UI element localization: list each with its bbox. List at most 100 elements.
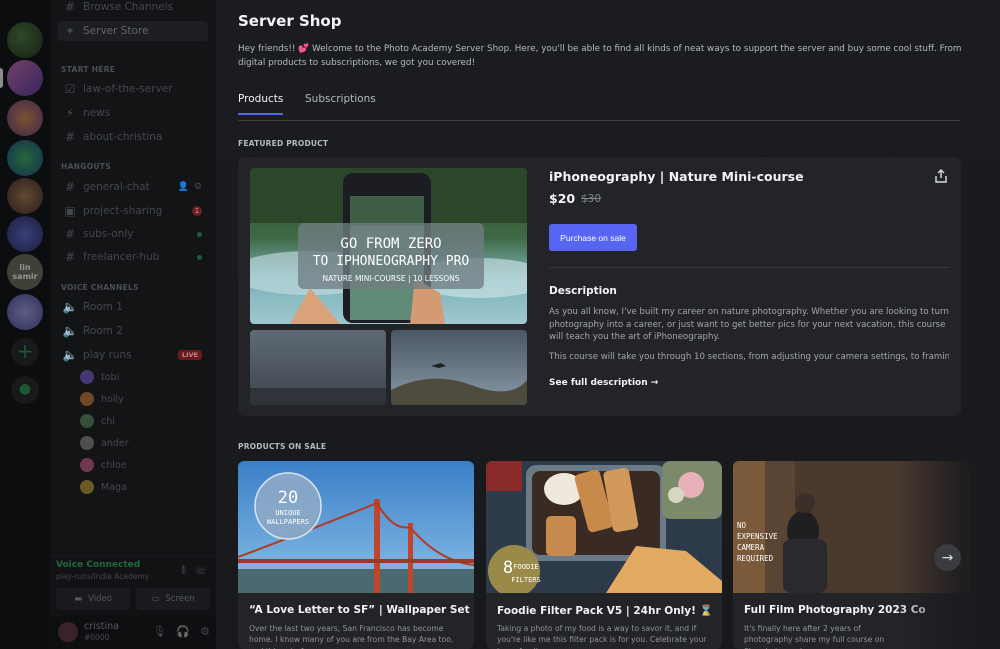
channel-label: Room 2 <box>83 325 123 337</box>
hash-icon: # <box>64 180 76 194</box>
divider <box>549 267 950 268</box>
hero-line-3: NATURE MINI-COURSE | 10 LESSONS <box>322 274 459 283</box>
channel-label: law-of-the-server <box>83 83 173 95</box>
category-voice-channels[interactable]: VOICE CHANNELS <box>61 283 139 292</box>
server-icon[interactable] <box>7 140 43 176</box>
arrow-right-icon: → <box>941 549 954 566</box>
voice-user-name: Maga <box>101 481 127 493</box>
server-icon[interactable] <box>7 294 43 330</box>
voice-user[interactable]: tobi <box>80 368 119 386</box>
megaphone-icon: ⚡ <box>65 106 75 120</box>
voice-user-name: ander <box>101 437 129 449</box>
see-full-description-link[interactable]: See full description → <box>549 378 658 388</box>
channel-label: Server Store <box>83 25 149 37</box>
hash-icon: # <box>64 227 76 241</box>
tab-products[interactable]: Products <box>238 93 284 115</box>
disconnect-icon[interactable]: ☏ <box>194 564 208 577</box>
description-paragraph-2: This course will take you through 10 sec… <box>549 352 949 362</box>
voice-room-1[interactable]: 🔈 Room 1 <box>58 297 208 317</box>
image-caption: CAMERA <box>737 543 765 552</box>
tab-subscriptions[interactable]: Subscriptions <box>305 93 376 113</box>
server-icon[interactable] <box>7 178 43 214</box>
channel-label: news <box>83 107 111 119</box>
server-initials-icon[interactable]: lin samir <box>7 254 43 290</box>
channel-news[interactable]: ⚡ news <box>58 103 208 123</box>
channel-subs-only[interactable]: # subs-only <box>58 224 208 244</box>
unread-badge: 1 <box>192 206 202 216</box>
microphone-icon[interactable]: 🎙 <box>152 625 166 638</box>
video-label: Video <box>88 594 112 604</box>
server-icon[interactable] <box>7 60 43 96</box>
channel-project-sharing[interactable]: ▣ project-sharing 1 <box>58 201 208 221</box>
unread-dot <box>197 254 202 260</box>
hero-line-1: GO FROM ZERO <box>340 236 441 252</box>
voice-user[interactable]: Maga <box>80 478 127 496</box>
featured-original-price: $30 <box>581 193 602 205</box>
gear-icon[interactable]: ⚙ <box>194 182 202 192</box>
voice-location[interactable]: play-runs/India Academy <box>56 572 149 581</box>
featured-hero-image[interactable]: GO FROM ZERO TO IPHONEOGRAPHY PRO NATURE… <box>250 168 527 324</box>
featured-heading: FEATURED PRODUCT <box>238 139 329 148</box>
purchase-button[interactable]: Purchase on sale <box>549 224 637 251</box>
channel-about-christina[interactable]: # about-christina <box>58 127 208 147</box>
image-caption: FILTERS <box>511 576 541 584</box>
voice-user-name: chi <box>101 415 115 427</box>
featured-thumbnail-2[interactable] <box>391 330 527 405</box>
voice-room-2[interactable]: 🔈 Room 2 <box>58 321 208 341</box>
category-start-here[interactable]: START HERE <box>61 65 115 74</box>
server-icon[interactable] <box>7 22 43 58</box>
carousel-next-button[interactable]: → <box>934 544 961 571</box>
server-icon[interactable] <box>7 100 43 136</box>
avatar[interactable] <box>58 622 78 642</box>
featured-thumbnail-1[interactable] <box>250 330 386 405</box>
discord-window: lin samir + ● # Browse Channels ✦ Server… <box>0 0 1000 649</box>
product-card[interactable]: 20 UNIQUE WALLPAPERS “A Love Letter to S… <box>238 461 474 649</box>
share-icon[interactable] <box>933 168 949 184</box>
avatar <box>80 480 94 494</box>
description-paragraph-1: As you all know, I've built my career on… <box>549 307 949 343</box>
add-member-icon[interactable]: 👤 <box>178 182 189 192</box>
hash-icon: # <box>64 130 76 144</box>
noise-suppression-icon[interactable]: ⫼ <box>181 565 186 576</box>
browse-channels-item[interactable]: # Browse Channels <box>58 0 208 17</box>
channel-general-chat[interactable]: # general-chat 👤 ⚙ <box>58 177 208 197</box>
shop-tabs: Products Subscriptions <box>238 90 960 121</box>
on-sale-heading: PRODUCTS ON SALE <box>238 442 327 451</box>
channel-law-of-the-server[interactable]: ☑ law-of-the-server <box>58 79 208 99</box>
voice-user[interactable]: chi <box>80 412 115 430</box>
camera-icon: ▬ <box>74 594 83 604</box>
hero-line-2: TO IPHONEOGRAPHY PRO <box>313 254 470 269</box>
selected-server-indicator <box>0 68 3 88</box>
voice-user[interactable]: chloe <box>80 456 127 474</box>
screen-share-button[interactable]: ▭ Screen <box>136 588 210 610</box>
product-description: Taking a photo of my food is a way to sa… <box>497 624 707 649</box>
voice-connection-panel: Voice Connected play-runs/India Academy … <box>50 556 216 616</box>
forum-icon: ▣ <box>64 204 76 218</box>
headphones-icon[interactable]: 🎧 <box>176 625 190 638</box>
voice-status: Voice Connected <box>56 560 141 570</box>
product-card[interactable]: 8 FOODIE FILTERS Foodie Filter Pack V5 |… <box>486 461 722 649</box>
category-hangouts[interactable]: HANGOUTS <box>61 162 111 171</box>
add-server-icon[interactable]: + <box>11 338 39 366</box>
gear-icon[interactable]: ⚙ <box>200 625 210 638</box>
channel-label: about-christina <box>83 131 163 143</box>
image-caption: 8 <box>503 558 513 578</box>
store-icon: ✦ <box>64 24 76 38</box>
avatar <box>80 392 94 406</box>
channel-freelancer-hub[interactable]: # freelancer-hub <box>58 247 208 267</box>
product-image: 8 FOODIE FILTERS <box>486 461 722 593</box>
hash-icon: # <box>64 250 76 264</box>
server-store-item[interactable]: ✦ Server Store <box>58 21 208 41</box>
image-caption: EXPENSIVE <box>737 532 778 541</box>
avatar <box>80 436 94 450</box>
voice-user[interactable]: holly <box>80 390 124 408</box>
explore-servers-icon[interactable]: ● <box>11 376 39 404</box>
description-heading: Description <box>549 285 617 297</box>
video-button[interactable]: ▬ Video <box>56 588 130 610</box>
voice-play-runs[interactable]: 🔈 play runs LIVE <box>58 345 208 365</box>
server-icon[interactable] <box>7 216 43 252</box>
channel-label: Browse Channels <box>83 1 174 13</box>
featured-title: iPhoneography | Nature Mini-course <box>549 169 804 184</box>
voice-user[interactable]: ander <box>80 434 129 452</box>
channel-sidebar: # Browse Channels ✦ Server Store START H… <box>50 0 216 649</box>
